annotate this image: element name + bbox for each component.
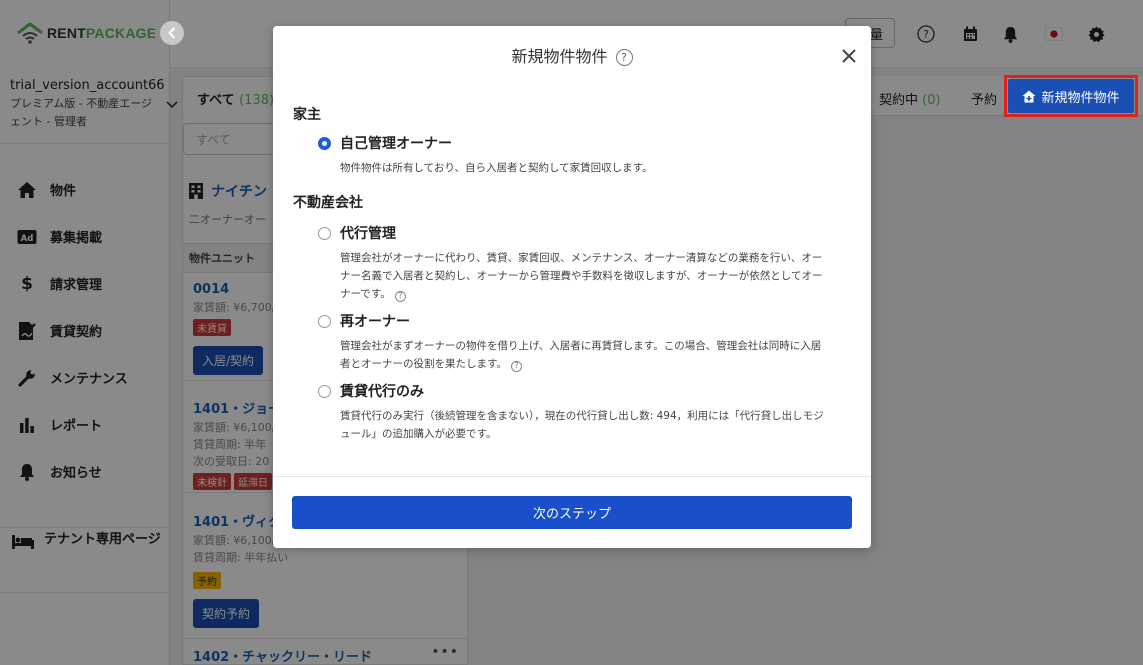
- option-description: 賃貸代行のみ実行（後続管理を含まない），現在の代行貸し出し数: 494，利用には…: [340, 410, 824, 440]
- new-property-button-label: 新規物件物件: [1041, 90, 1120, 106]
- radio-agency-management[interactable]: [318, 227, 331, 240]
- new-property-modal: 新規物件物件? 家主 自己管理オーナー 物件物件は所有しており、自ら入居者と契約…: [273, 26, 871, 548]
- option-title: 自己管理オーナー: [340, 136, 452, 152]
- radio-self-managed[interactable]: [318, 137, 331, 150]
- help-icon[interactable]: ?: [394, 290, 406, 302]
- radio-re-owner[interactable]: [318, 315, 331, 328]
- option-description: 管理会社がオーナーに代わり、賃貸、家賃回収、メンテナンス、オーナー清算などの業務…: [340, 252, 823, 302]
- help-icon[interactable]: ?: [510, 360, 522, 372]
- option-title: 代行管理: [340, 226, 396, 242]
- chevron-left-icon: [168, 27, 176, 39]
- option-description: 管理会社がまずオーナーの物件を借り上げ、入居者に再賃貸します。この場合、管理会社…: [340, 340, 822, 372]
- close-icon[interactable]: [838, 46, 860, 68]
- modal-title: 新規物件物件?: [273, 43, 871, 67]
- new-property-button[interactable]: 新規物件物件: [1008, 79, 1134, 113]
- house-plus-icon: [1022, 90, 1036, 102]
- option-description: 物件物件は所有しており、自ら入居者と契約して家賃回収します。: [340, 162, 653, 174]
- divider: [273, 476, 871, 477]
- option-title: 再オーナー: [340, 314, 410, 330]
- collapse-sidebar-button[interactable]: [160, 21, 184, 45]
- radio-leasing-only[interactable]: [318, 385, 331, 398]
- section-agency: 不動産会社: [293, 195, 363, 211]
- next-step-button[interactable]: 次のステップ: [292, 496, 852, 529]
- section-owner: 家主: [293, 107, 321, 123]
- option-title: 賃貸代行のみ: [340, 384, 424, 400]
- help-icon[interactable]: ?: [615, 49, 633, 66]
